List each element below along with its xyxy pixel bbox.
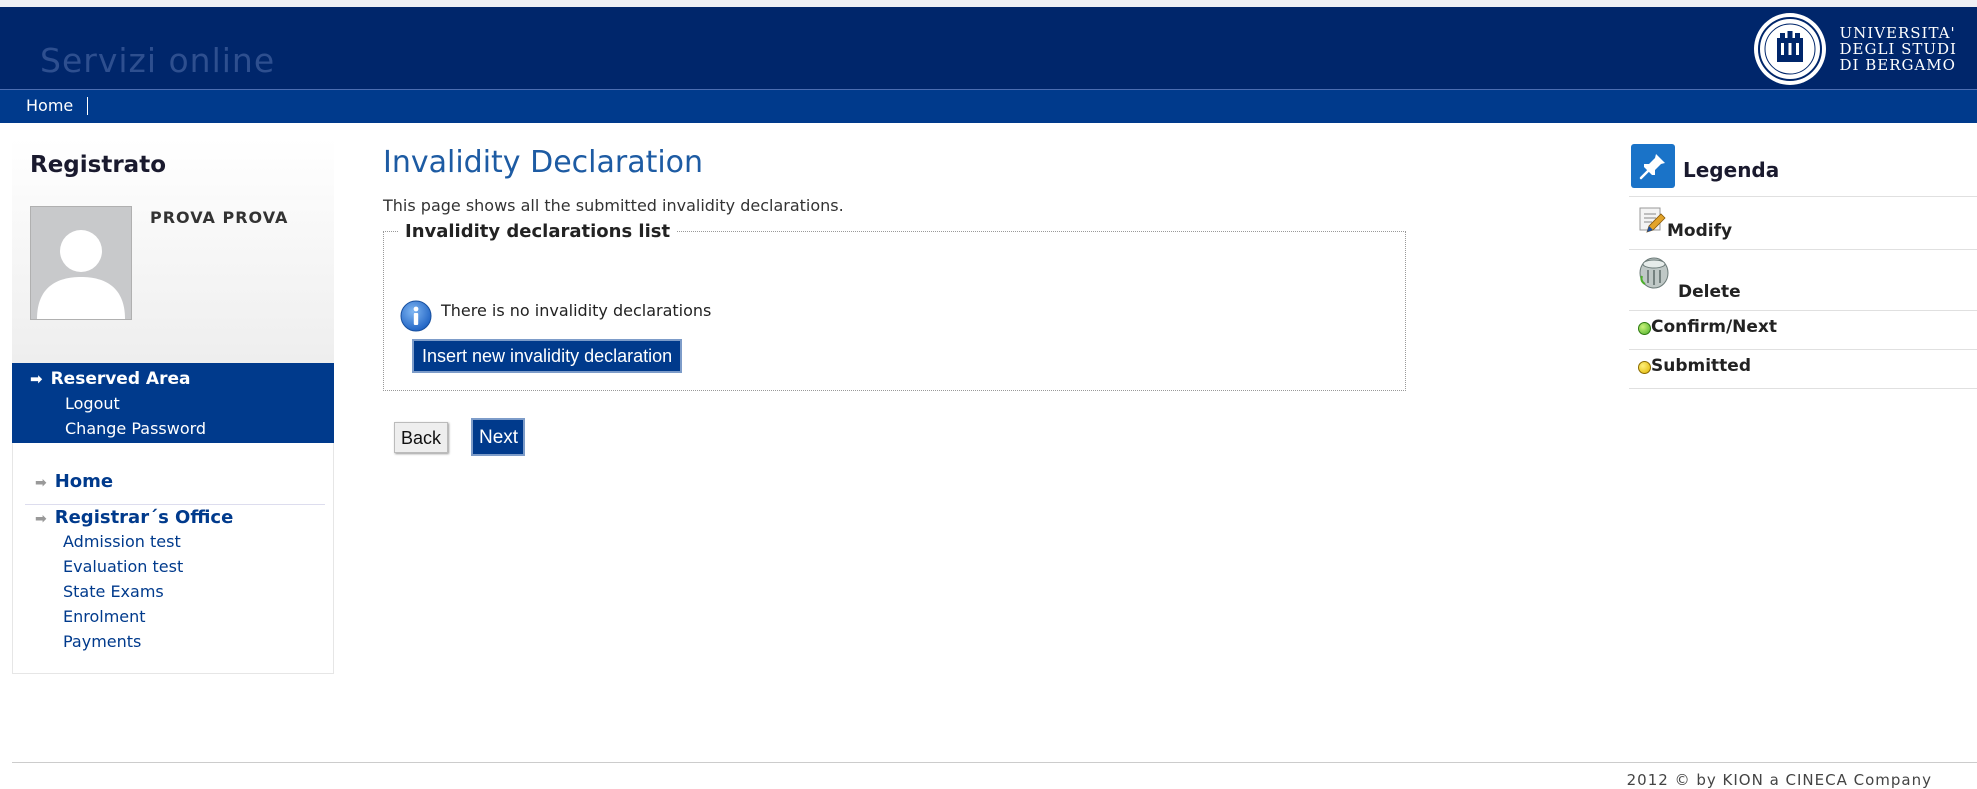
footer-copyright: 2012 © by KION a CINECA Company [1626, 771, 1932, 789]
university-logo[interactable]: UNIVERSITA' DEGLI STUDI DI BERGAMO [1753, 13, 1958, 85]
legend-item-submitted: Submitted [1629, 350, 1977, 389]
page-title: Invalidity Declaration [383, 145, 704, 180]
user-box-title: Registrato [30, 152, 167, 178]
declarations-list-title: Invalidity declarations list [399, 221, 677, 242]
pencil-doc-icon [1637, 205, 1667, 239]
arrow-right-icon: ➡ [30, 370, 43, 388]
sidebar-item-admission-test[interactable]: Admission test [63, 532, 181, 551]
change-password-link[interactable]: Change Password [65, 419, 206, 438]
sidebar-item-home-label: Home [54, 471, 114, 492]
sidebar-item-payments[interactable]: Payments [63, 632, 141, 651]
back-button[interactable]: Back [394, 422, 448, 453]
legend-delete-label: Delete [1678, 282, 1741, 302]
sidebar-item-state-exams[interactable]: State Exams [63, 582, 164, 601]
page-header: Servizi online UNIVERSITA' DEGLI STUDI D… [0, 7, 1977, 89]
sidebar-menu: ➡ Home ➡ Registrar´s Office Admission test… [12, 443, 334, 674]
avatar [30, 206, 132, 320]
arrow-right-icon: ➡ [35, 511, 47, 527]
empty-list-message: There is no invalidity declarations [441, 301, 712, 320]
trash-icon [1638, 256, 1670, 294]
logout-link[interactable]: Logout [65, 394, 120, 413]
top-navbar: Home [0, 89, 1977, 123]
reserved-area: ➡ Reserved Area Logout Change Password [12, 363, 334, 443]
user-box: Registrato PROVA PROVA [12, 138, 334, 363]
user-name: PROVA PROVA [150, 208, 289, 227]
menu-divider [25, 504, 325, 505]
university-name-line2: DEGLI STUDI [1839, 40, 1957, 58]
nav-home-link[interactable]: Home [26, 97, 89, 115]
insert-declaration-button[interactable]: Insert new invalidity declaration [412, 339, 683, 373]
legend-panel: Legenda Modify Delete Confirm/Next Submi… [1629, 142, 1977, 389]
legend-item-confirm-next: Confirm/Next [1629, 311, 1977, 350]
legend-item-delete: Delete [1629, 250, 1977, 311]
legend-submitted-label: Submitted [1651, 356, 1752, 376]
sidebar: Registrato PROVA PROVA ➡ Reserved Area Lo… [12, 138, 334, 674]
university-seal-icon [1753, 13, 1826, 85]
green-dot-icon [1638, 322, 1651, 335]
legend-title: Legenda [1683, 158, 1780, 182]
top-strip [0, 0, 1977, 7]
legend-confirm-next-label: Confirm/Next [1651, 317, 1778, 337]
info-icon [400, 300, 432, 332]
reserved-area-label: Reserved Area [50, 369, 191, 389]
footer-divider [12, 762, 1977, 763]
reserved-area-title: ➡ Reserved Area [30, 369, 190, 389]
university-name-line3: DI BERGAMO [1839, 56, 1956, 74]
page-description: This page shows all the submitted invali… [383, 196, 844, 215]
next-button[interactable]: Next [471, 418, 525, 456]
university-name: UNIVERSITA' DEGLI STUDI DI BERGAMO [1840, 25, 1958, 73]
sidebar-item-registrar-label: Registrar´s Office [54, 507, 234, 528]
legend-header: Legenda [1629, 142, 1977, 197]
legend-item-modify: Modify [1629, 197, 1977, 250]
sidebar-item-home[interactable]: ➡ Home [35, 471, 113, 492]
legend-modify-label: Modify [1667, 221, 1733, 241]
site-title: Servizi online [40, 41, 276, 80]
pin-icon [1631, 144, 1675, 188]
sidebar-item-enrolment[interactable]: Enrolment [63, 607, 146, 626]
arrow-right-icon: ➡ [35, 475, 47, 491]
university-name-line1: UNIVERSITA' [1839, 24, 1956, 42]
yellow-dot-icon [1638, 361, 1651, 374]
sidebar-item-registrar[interactable]: ➡ Registrar´s Office [35, 507, 233, 528]
sidebar-item-evaluation-test[interactable]: Evaluation test [63, 557, 183, 576]
